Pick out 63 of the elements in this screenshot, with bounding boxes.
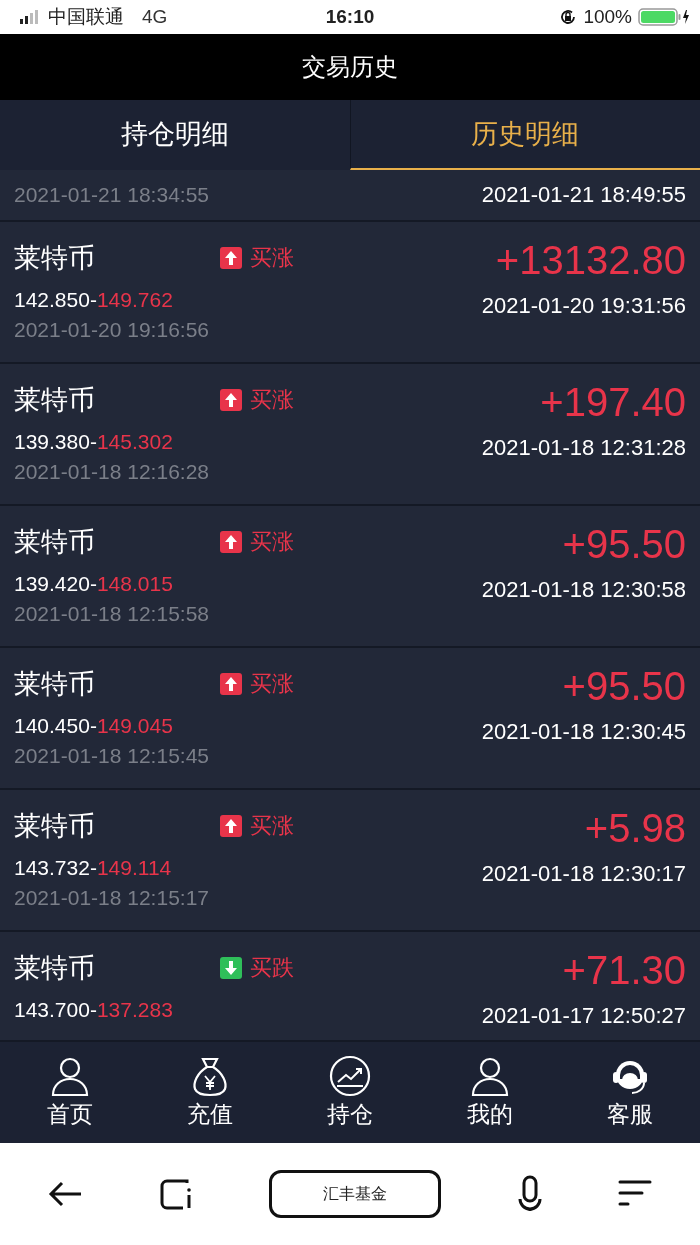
profit-amount: +95.50 [562, 522, 686, 567]
nav-item[interactable]: 持仓 [280, 1042, 420, 1143]
coin-name: 莱特币 [14, 241, 95, 275]
open-time: 2021-01-18 12:15:45 [14, 744, 210, 768]
coin-name: 莱特币 [14, 525, 95, 559]
coin-name: 莱特币 [14, 809, 95, 843]
page-title: 交易历史 [302, 52, 398, 83]
trade-direction: 买涨 [250, 244, 294, 272]
nav-item[interactable]: 充值 [140, 1042, 280, 1143]
tabs-icon[interactable] [158, 1177, 193, 1211]
battery-percent: 100% [583, 6, 632, 28]
close-time: 2021-01-18 12:30:58 [481, 577, 686, 603]
clock-time: 16:10 [325, 6, 375, 28]
profit-amount: +197.40 [540, 380, 686, 425]
price-range: 139.420-148.015 [14, 572, 174, 596]
trade-row[interactable]: 莱特币 买涨 143.732-149.114 2021-01-18 12:15:17 +5.98 2021-01-18 12:30:17 [0, 790, 700, 932]
person-icon [49, 1055, 91, 1097]
profit-amount: +95.50 [562, 664, 686, 709]
trade-direction: 买涨 [250, 386, 294, 414]
nav-item[interactable]: 客服 [560, 1042, 700, 1143]
close-time: 2021-01-18 12:31:28 [481, 435, 686, 461]
open-time: 2021-01-18 12:16:28 [14, 460, 210, 484]
trade-row[interactable]: 莱特币 买涨 139.420-148.015 2021-01-18 12:15:58 +95.50 2021-01-18 12:30:58 [0, 506, 700, 648]
open-time: 2021-01-18 12:15:17 [14, 886, 210, 910]
price-range: 142.850-149.762 [14, 288, 174, 312]
tab[interactable]: 持仓明细 [0, 100, 350, 170]
open-time: 2021-01-21 18:34:55 [14, 183, 209, 207]
close-time: 2021-01-18 12:30:17 [481, 861, 686, 887]
rotation-lock-icon [559, 8, 578, 26]
battery-icon [638, 8, 690, 26]
network-type: 4G [142, 6, 168, 28]
trade-direction: 买跌 [250, 954, 294, 982]
address-bar[interactable]: 汇丰基金 [269, 1170, 441, 1218]
profit-amount: +5.98 [584, 806, 686, 851]
trade-direction: 买涨 [250, 812, 294, 840]
price-range: 143.732-149.114 [14, 856, 173, 880]
chart-icon [329, 1055, 371, 1097]
profit-amount: +13132.80 [495, 238, 686, 283]
open-time: 2021-01-20 19:16:56 [14, 318, 210, 342]
close-time: 2021-01-18 12:30:45 [481, 719, 686, 745]
price-range: 140.450-149.045 [14, 714, 174, 738]
nav-item[interactable]: 首页 [0, 1042, 140, 1143]
trade-direction: 买涨 [250, 528, 294, 556]
open-time: 2021-01-18 12:15:58 [14, 602, 210, 626]
trade-direction: 买涨 [250, 670, 294, 698]
close-time: 2021-01-17 12:50:27 [481, 1003, 686, 1029]
price-range: 143.700-137.283 [14, 998, 174, 1022]
coin-name: 莱特币 [14, 383, 95, 417]
profit-amount: +71.30 [562, 948, 686, 993]
price-range: 139.380-145.302 [14, 430, 174, 454]
coin-name: 莱特币 [14, 951, 95, 985]
back-arrow-icon[interactable] [48, 1181, 82, 1207]
close-time: 2021-01-21 18:49:55 [481, 182, 686, 208]
coin-name: 莱特币 [14, 667, 95, 701]
nav-item[interactable]: 我的 [420, 1042, 560, 1143]
microphone-icon[interactable] [517, 1175, 542, 1213]
carrier-name: 中国联通 [48, 5, 124, 29]
trade-row[interactable]: 莱特币 买涨 142.850-149.762 2021-01-20 19:16:56 +13132.80 2021-01-20 19:31:56 [0, 222, 700, 364]
trade-row[interactable]: 莱特币 买涨 139.380-145.302 2021-01-18 12:16:28 +197.40 2021-01-18 12:31:28 [0, 364, 700, 506]
menu-icon[interactable] [618, 1179, 652, 1209]
trade-row[interactable]: 莱特币 买涨 140.450-149.045 2021-01-18 12:15:45 +95.50 2021-01-18 12:30:45 [0, 648, 700, 790]
close-time: 2021-01-20 19:31:56 [481, 293, 686, 319]
person-icon [469, 1055, 511, 1097]
